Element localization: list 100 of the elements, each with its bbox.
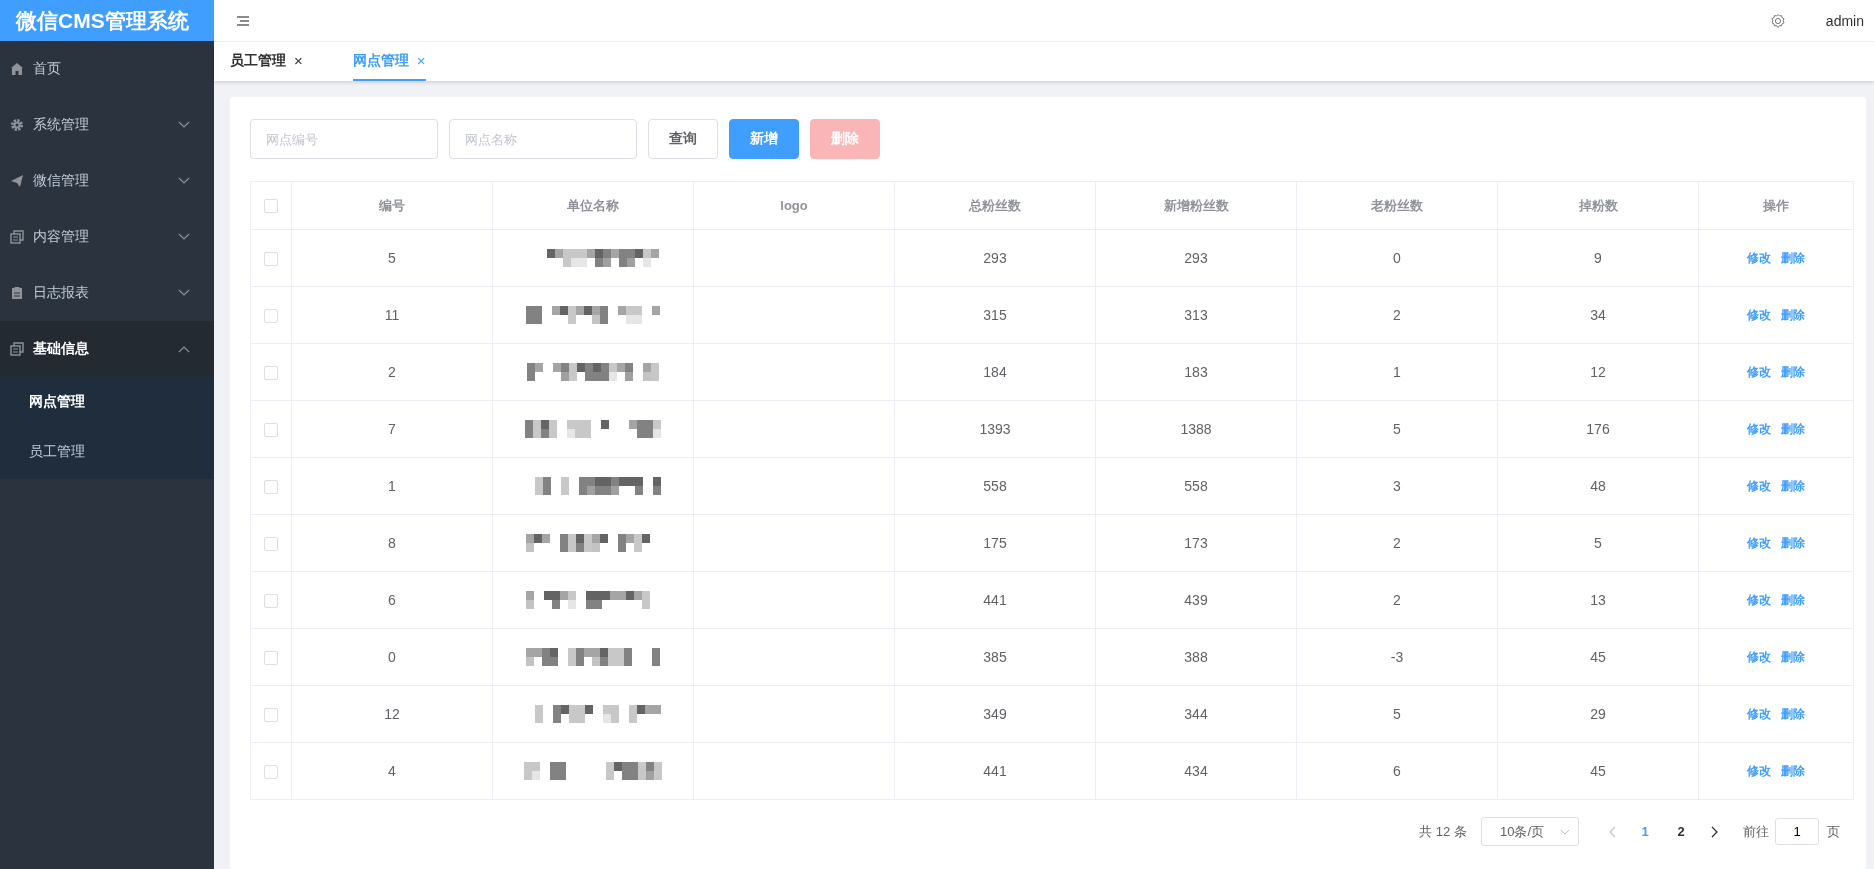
column-header: 掉粉数 (1497, 181, 1699, 230)
checkbox[interactable] (264, 480, 278, 495)
checkbox[interactable] (264, 366, 278, 381)
checkbox[interactable] (264, 537, 278, 552)
page-number[interactable]: 1 (1627, 817, 1663, 846)
row-action-link[interactable]: 删除 (1781, 251, 1805, 265)
table-cell: 45 (1497, 742, 1699, 800)
row-action-link[interactable]: 删除 (1781, 650, 1805, 664)
chevron-up-icon (178, 345, 190, 353)
table-cell: 11 (291, 286, 493, 344)
table-cell: 2 (1296, 286, 1498, 344)
sidebar-subitem[interactable]: 网点管理 (0, 377, 214, 427)
checkbox[interactable] (264, 309, 278, 324)
row-action-link[interactable]: 删除 (1781, 707, 1805, 721)
page-suffix: 页 (1827, 822, 1840, 841)
checkbox[interactable] (264, 252, 278, 267)
row-action-link[interactable]: 删除 (1781, 365, 1805, 379)
table-cell: 1388 (1095, 400, 1297, 458)
table-cell: 388 (1095, 628, 1297, 686)
table-cell: 45 (1497, 628, 1699, 686)
table-cell: 4 (291, 742, 493, 800)
column-header: 总粉丝数 (894, 181, 1096, 230)
clipboard-icon (10, 286, 24, 300)
table-cell: 5 (1296, 685, 1498, 743)
row-action-link[interactable]: 修改 (1747, 650, 1771, 664)
table-cell: 439 (1095, 571, 1297, 629)
table-cell: 385 (894, 628, 1096, 686)
checkbox[interactable] (264, 594, 278, 609)
table-cell: 558 (1095, 457, 1297, 515)
table-cell: 5 (291, 229, 493, 287)
column-header: logo (693, 181, 895, 230)
row-action-link[interactable]: 删除 (1781, 593, 1805, 607)
sidebar-item[interactable]: 微信管理 (0, 153, 214, 209)
paper-plane-icon (10, 174, 24, 188)
table-cell: 3 (1296, 457, 1498, 515)
sidebar-item[interactable]: 内容管理 (0, 209, 214, 265)
page-input[interactable]: 1 (1775, 818, 1819, 845)
row-action-link[interactable]: 删除 (1781, 536, 1805, 550)
home-icon (10, 62, 24, 76)
sidebar-item[interactable]: 首页 (0, 41, 214, 97)
table-cell: 184 (894, 343, 1096, 401)
chevron-left-icon (1608, 825, 1616, 838)
input-field[interactable]: 网点编号 (250, 119, 438, 159)
table-cell: 1 (291, 457, 493, 515)
checkbox[interactable] (264, 651, 278, 666)
documents-icon (10, 342, 24, 356)
table-cell: 175 (894, 514, 1096, 572)
checkbox[interactable] (264, 708, 278, 723)
row-action-link[interactable]: 删除 (1781, 308, 1805, 322)
sidebar-item[interactable]: 系统管理 (0, 97, 214, 153)
close-icon[interactable]: × (294, 52, 303, 69)
row-action-link[interactable]: 修改 (1747, 764, 1771, 778)
row-action-link[interactable]: 修改 (1747, 593, 1771, 607)
row-action-link[interactable]: 修改 (1747, 707, 1771, 721)
checkbox[interactable] (264, 423, 278, 438)
page-size-select[interactable]: 10条/页 (1480, 817, 1579, 846)
user-name[interactable]: admin (1825, 12, 1864, 29)
table-cell: 441 (894, 742, 1096, 800)
table-cell: 7 (291, 400, 493, 458)
row-action-link[interactable]: 删除 (1781, 764, 1805, 778)
checkbox[interactable] (264, 199, 278, 214)
page-number[interactable]: 2 (1663, 817, 1699, 846)
table-cell: 29 (1497, 685, 1699, 743)
tab[interactable]: 网点管理 × (352, 42, 426, 81)
action-button[interactable]: 新增 (729, 119, 799, 159)
table-cell: 293 (894, 229, 1096, 287)
column-header: 老粉丝数 (1296, 181, 1498, 230)
sidebar-subitem[interactable]: 员工管理 (0, 427, 214, 477)
row-action-link[interactable]: 修改 (1747, 536, 1771, 550)
table-cell: 5 (1296, 400, 1498, 458)
action-button[interactable]: 查询 (648, 119, 718, 159)
menu-icon (236, 14, 250, 27)
table-cell: 34 (1497, 286, 1699, 344)
checkbox[interactable] (264, 765, 278, 780)
table-cell: 12 (1497, 343, 1699, 401)
close-icon[interactable]: × (416, 52, 426, 69)
table-cell: 434 (1095, 742, 1297, 800)
table-cell: 183 (1095, 343, 1297, 401)
column-header: 操作 (1698, 181, 1854, 230)
chevron-right-icon (1710, 825, 1718, 838)
row-action-link[interactable]: 修改 (1747, 365, 1771, 379)
goto-label: 前往 (1743, 822, 1769, 841)
documents-icon (10, 230, 24, 244)
input-field[interactable]: 网点名称 (449, 119, 637, 159)
tab[interactable]: 员工管理 × (230, 42, 303, 81)
table-cell: 8 (291, 514, 493, 572)
row-action-link[interactable]: 修改 (1747, 422, 1771, 436)
row-action-link[interactable]: 修改 (1747, 251, 1771, 265)
row-action-link[interactable]: 修改 (1747, 479, 1771, 493)
settings-icon (1769, 12, 1786, 29)
sidebar-item[interactable]: 日志报表 (0, 265, 214, 321)
table-cell: 441 (894, 571, 1096, 629)
row-action-link[interactable]: 删除 (1781, 479, 1805, 493)
table-cell: 313 (1095, 286, 1297, 344)
column-header: 单位名称 (492, 181, 694, 230)
table-cell: 2 (1296, 514, 1498, 572)
row-action-link[interactable]: 修改 (1747, 308, 1771, 322)
sidebar-item[interactable]: 基础信息 (0, 321, 214, 377)
row-action-link[interactable]: 删除 (1781, 422, 1805, 436)
chevron-down-icon (178, 289, 190, 297)
